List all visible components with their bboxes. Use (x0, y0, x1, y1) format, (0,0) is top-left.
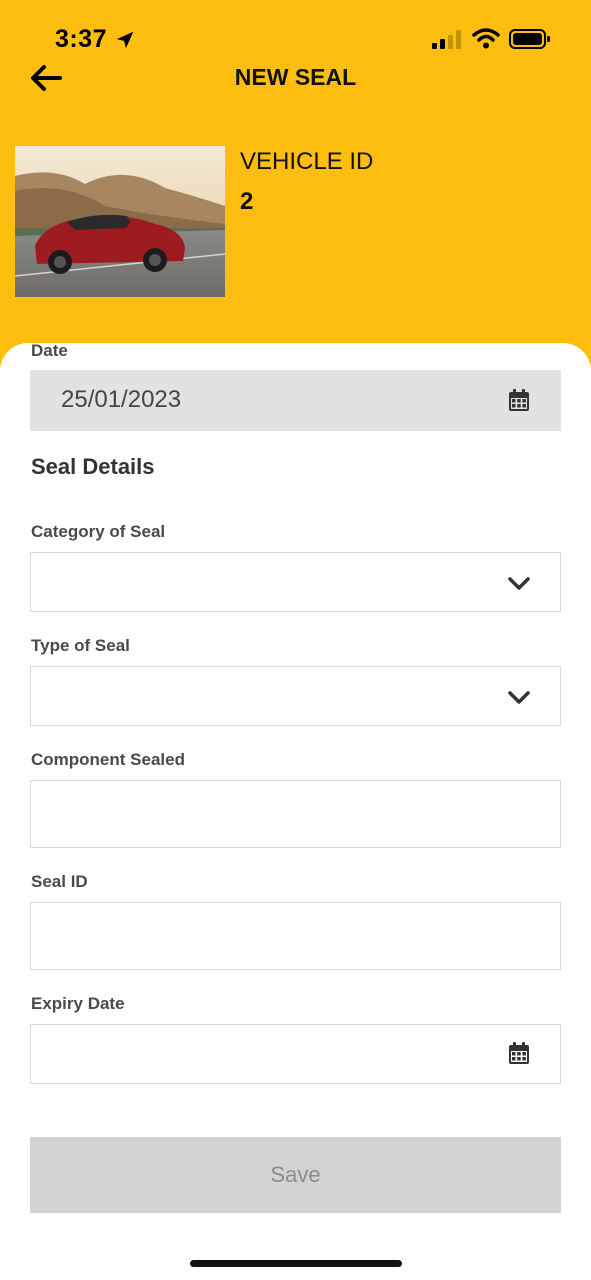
date-value: 25/01/2023 (61, 386, 182, 413)
vehicle-id-value: 2 (240, 188, 254, 215)
date-field[interactable]: 25/01/2023 (30, 370, 561, 431)
page-title: NEW SEAL (234, 64, 357, 90)
type-label: Type of Seal (31, 636, 130, 655)
seal-id-label: Seal ID (31, 872, 88, 891)
category-label: Category of Seal (31, 522, 166, 541)
calendar-icon[interactable] (506, 1041, 532, 1067)
section-title: Seal Details (31, 454, 155, 479)
calendar-icon[interactable] (506, 388, 532, 414)
component-field[interactable] (30, 780, 561, 848)
type-select[interactable] (30, 666, 561, 726)
status-time: 3:37 (55, 25, 108, 53)
battery-icon (509, 29, 550, 49)
chevron-down-icon (508, 691, 530, 704)
vehicle-id-label: VEHICLE ID (240, 148, 374, 175)
chevron-down-icon (508, 577, 530, 590)
seal-id-field[interactable] (30, 902, 561, 970)
wifi-icon (472, 28, 500, 49)
expiry-label: Expiry Date (31, 994, 125, 1013)
expiry-field[interactable] (30, 1024, 561, 1084)
date-label: Date (31, 341, 68, 360)
signal-icon (432, 30, 461, 49)
category-select[interactable] (30, 552, 561, 612)
vehicle-photo (15, 146, 225, 297)
home-indicator[interactable] (190, 1260, 402, 1267)
save-button[interactable]: Save (30, 1137, 561, 1213)
component-label: Component Sealed (31, 750, 185, 769)
location-arrow-icon (116, 31, 134, 49)
